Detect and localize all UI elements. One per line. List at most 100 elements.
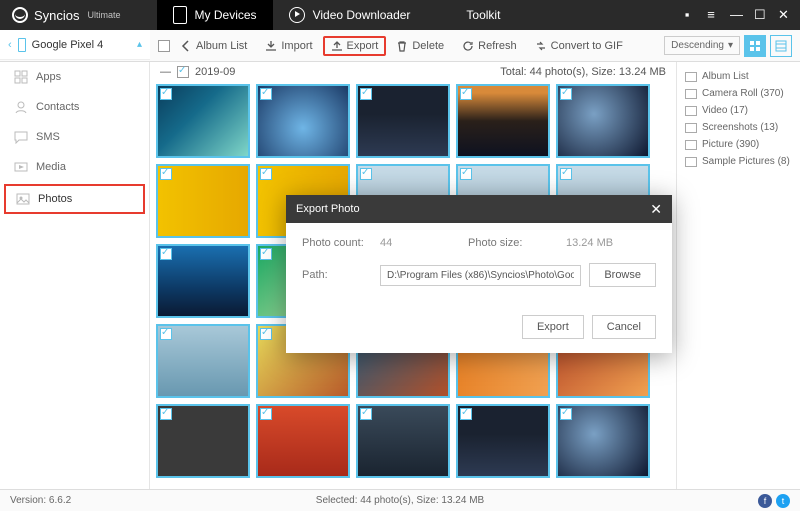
image-icon — [685, 123, 697, 133]
top-nav: My Devices Video Downloader Toolkit — [157, 0, 517, 30]
album-picture[interactable]: Picture (390) — [681, 136, 796, 153]
photo-thumb[interactable] — [156, 164, 250, 238]
thumb-checkbox[interactable] — [160, 248, 172, 260]
import-button[interactable]: Import — [257, 36, 320, 56]
title-bar: Syncios Ultimate My Devices Video Downlo… — [0, 0, 800, 30]
album-list-header[interactable]: Album List — [681, 68, 796, 85]
media-icon — [14, 160, 28, 174]
thumb-checkbox[interactable] — [260, 88, 272, 100]
photo-thumb[interactable] — [456, 84, 550, 158]
path-input[interactable] — [380, 265, 581, 286]
photo-thumb[interactable] — [156, 84, 250, 158]
thumb-checkbox[interactable] — [260, 248, 272, 260]
camera-icon — [685, 89, 697, 99]
group-checkbox[interactable]: ✓ — [177, 66, 189, 78]
thumb-checkbox[interactable] — [460, 408, 472, 420]
nav-label: Toolkit — [466, 8, 500, 22]
thumb-checkbox[interactable] — [360, 408, 372, 420]
grid-view-icon — [749, 40, 761, 52]
menu-icon[interactable]: ≡ — [706, 10, 716, 20]
nav-video-downloader[interactable]: Video Downloader — [273, 0, 427, 30]
thumb-checkbox[interactable] — [460, 88, 472, 100]
group-summary: Total: 44 photo(s), Size: 13.24 MB — [500, 66, 666, 78]
refresh-icon — [462, 40, 474, 52]
device-selector[interactable]: ‹ Google Pixel 4 ▴ — [0, 30, 150, 60]
thumb-checkbox[interactable] — [160, 408, 172, 420]
dialog-header[interactable]: Export Photo ✕ — [286, 195, 672, 223]
photo-thumb[interactable] — [356, 404, 450, 478]
photo-thumb[interactable] — [556, 84, 650, 158]
photo-count-value: 44 — [380, 237, 460, 249]
sort-dropdown[interactable]: Descending ▾ — [664, 36, 740, 55]
nav-label: Video Downloader — [313, 8, 411, 22]
photo-thumb[interactable] — [356, 84, 450, 158]
sidebar-item-apps[interactable]: Apps — [0, 62, 149, 92]
sidebar-item-contacts[interactable]: Contacts — [0, 92, 149, 122]
contacts-icon — [14, 100, 28, 114]
app-name: Syncios — [34, 8, 80, 23]
view-grid-button[interactable] — [744, 35, 766, 57]
thumb-checkbox[interactable] — [160, 328, 172, 340]
list-view-icon — [775, 40, 787, 52]
window-buttons: ▪ ≡ — ☐ ✕ — [670, 10, 800, 20]
chevron-down-icon: ▾ — [728, 40, 733, 51]
thumb-checkbox[interactable] — [160, 168, 172, 180]
convert-gif-button[interactable]: Convert to GIF — [527, 36, 631, 56]
refresh-button[interactable]: Refresh — [454, 36, 525, 56]
maximize-button[interactable]: ☐ — [754, 10, 764, 20]
photo-thumb[interactable] — [156, 244, 250, 318]
album-camera-roll[interactable]: Camera Roll (370) — [681, 85, 796, 102]
nav-toolkit[interactable]: Toolkit — [426, 0, 516, 30]
nav-label: My Devices — [195, 8, 257, 22]
thumb-checkbox[interactable] — [460, 168, 472, 180]
selection-summary: Selected: 44 photo(s), Size: 13.24 MB — [316, 495, 484, 506]
image-icon — [685, 157, 697, 167]
export-confirm-button[interactable]: Export — [522, 315, 584, 339]
collapse-toggle[interactable]: — — [160, 66, 171, 78]
export-button[interactable]: Export — [323, 36, 387, 56]
thumb-checkbox[interactable] — [260, 408, 272, 420]
select-all-checkbox[interactable] — [158, 40, 170, 52]
thumb-checkbox[interactable] — [560, 88, 572, 100]
photo-thumb[interactable] — [156, 324, 250, 398]
import-icon — [265, 40, 277, 52]
facebook-icon[interactable]: f — [758, 494, 772, 508]
album-video[interactable]: Video (17) — [681, 102, 796, 119]
thumb-checkbox[interactable] — [560, 168, 572, 180]
photo-thumb[interactable] — [156, 404, 250, 478]
photo-thumb[interactable] — [256, 404, 350, 478]
twitter-icon[interactable]: t — [776, 494, 790, 508]
grid-icon — [442, 7, 458, 23]
album-sample-pictures[interactable]: Sample Pictures (8) — [681, 153, 796, 170]
sidebar: Apps Contacts SMS Media Photos — [0, 62, 150, 489]
album-list-button[interactable]: Album List — [172, 36, 255, 56]
view-list-button[interactable] — [770, 35, 792, 57]
delete-button[interactable]: Delete — [388, 36, 452, 56]
dialog-close-button[interactable]: ✕ — [650, 201, 662, 218]
photo-thumb[interactable] — [556, 404, 650, 478]
dialog-title: Export Photo — [296, 203, 360, 215]
thumb-checkbox[interactable] — [260, 328, 272, 340]
group-header: — ✓ 2019-09 Total: 44 photo(s), Size: 13… — [150, 62, 676, 82]
status-bar: Version: 6.6.2 Selected: 44 photo(s), Si… — [0, 489, 800, 511]
browse-button[interactable]: Browse — [589, 263, 656, 287]
thumb-checkbox[interactable] — [260, 168, 272, 180]
close-button[interactable]: ✕ — [778, 10, 788, 20]
back-arrow-icon — [180, 40, 192, 52]
cancel-button[interactable]: Cancel — [592, 315, 656, 339]
album-screenshots[interactable]: Screenshots (13) — [681, 119, 796, 136]
sidebar-item-photos[interactable]: Photos — [4, 184, 145, 214]
photo-thumb[interactable] — [456, 404, 550, 478]
chevron-up-icon: ▴ — [137, 39, 142, 50]
thumb-checkbox[interactable] — [160, 88, 172, 100]
sidebar-item-media[interactable]: Media — [0, 152, 149, 182]
thumb-checkbox[interactable] — [360, 88, 372, 100]
sidebar-item-sms[interactable]: SMS — [0, 122, 149, 152]
nav-my-devices[interactable]: My Devices — [157, 0, 273, 30]
minimize-button[interactable]: — — [730, 10, 740, 20]
photo-thumb[interactable] — [256, 84, 350, 158]
thumb-checkbox[interactable] — [360, 168, 372, 180]
thumb-checkbox[interactable] — [560, 408, 572, 420]
export-icon — [331, 40, 343, 52]
message-icon[interactable]: ▪ — [682, 10, 692, 20]
